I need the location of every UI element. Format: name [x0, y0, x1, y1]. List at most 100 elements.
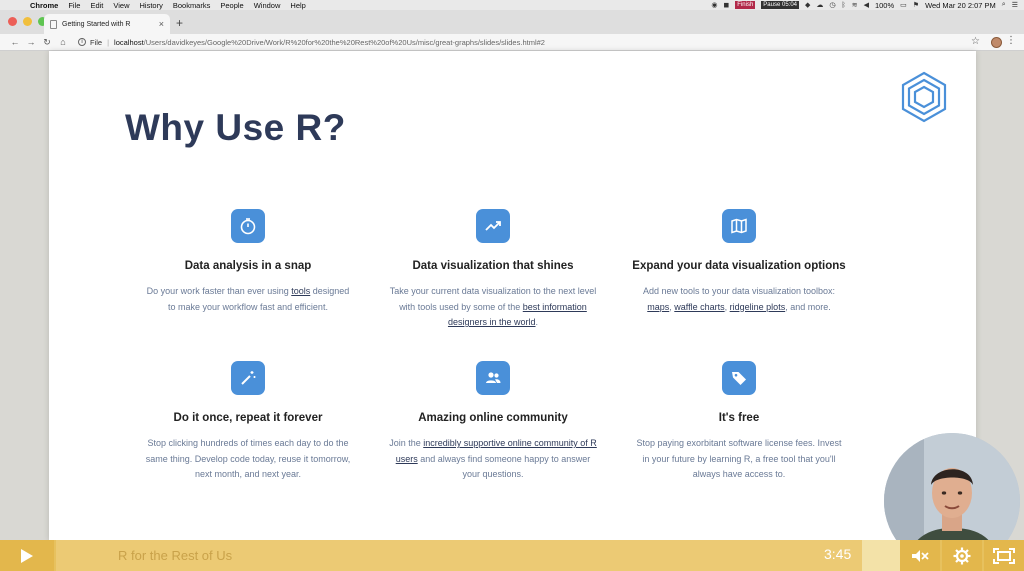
video-duration: 3:45: [824, 546, 852, 562]
browser-tab-strip: Getting Started with R × +: [0, 10, 1024, 34]
users-icon: [486, 372, 501, 383]
feature-text: , and more.: [785, 301, 831, 312]
feature-heading: It's free: [718, 412, 760, 424]
feature-community: Amazing online community Join the incred…: [373, 361, 613, 483]
fullscreen-button[interactable]: [984, 540, 1024, 571]
profile-avatar[interactable]: [991, 37, 1002, 48]
feature-icon-box: [231, 361, 265, 395]
feature-icon-box: [476, 209, 510, 243]
feature-heading: Amazing online community: [418, 412, 568, 424]
feature-data-analysis: Data analysis in a snap Do your work fas…: [128, 209, 368, 315]
feature-text: .: [535, 317, 539, 327]
clock-icon[interactable]: ◷: [829, 1, 835, 9]
video-title: R for the Rest of Us: [118, 548, 233, 563]
settings-button[interactable]: [942, 540, 982, 571]
feature-text: Add new tools to your data visualization…: [642, 286, 836, 296]
stopwatch-icon: [240, 218, 256, 235]
feature-text: Join the: [389, 438, 424, 448]
wifi-icon[interactable]: ≋: [852, 1, 858, 9]
menu-people[interactable]: People: [220, 1, 243, 10]
fullscreen-icon: [993, 547, 1015, 564]
slide-title: Why Use R?: [125, 107, 346, 148]
feature-heading: Data analysis in a snap: [184, 260, 312, 272]
menu-window[interactable]: Window: [254, 1, 281, 10]
menu-view[interactable]: View: [113, 1, 129, 10]
info-icon[interactable]: i: [78, 38, 86, 46]
magic-wand-icon: [241, 371, 256, 385]
url-host: localhost: [114, 37, 144, 47]
feature-repeat: Do it once, repeat it forever Stop click…: [128, 361, 368, 483]
menu-edit[interactable]: Edit: [90, 1, 103, 10]
url-separator: |: [107, 37, 110, 47]
document-icon: [50, 19, 57, 29]
feature-free: It's free Stop paying exorbitant softwar…: [619, 361, 859, 483]
hexagon-logo: [901, 71, 947, 123]
browser-menu-icon[interactable]: ⋮: [1006, 35, 1016, 46]
feature-description: Do your work faster than ever using tool…: [128, 284, 368, 315]
menu-help[interactable]: Help: [290, 1, 305, 10]
maps-link[interactable]: maps: [647, 302, 669, 312]
dropbox-icon[interactable]: ◆: [805, 1, 810, 9]
new-tab-icon[interactable]: +: [176, 16, 183, 30]
feature-description: Take your current data visualization to …: [373, 284, 613, 331]
feature-description: Stop paying exorbitant software license …: [636, 438, 842, 479]
waffle-charts-link[interactable]: waffle charts: [674, 302, 724, 312]
feature-icon-box: [722, 361, 756, 395]
url-path: /Users/davidkeyes/Google%20Drive/Work/R%…: [143, 37, 545, 47]
slide: Why Use R? Data analysis in a snap Do yo…: [49, 51, 976, 541]
feature-icon-box: [231, 209, 265, 243]
back-icon[interactable]: ←: [8, 37, 22, 47]
notification-center-icon[interactable]: ☰: [1012, 1, 1018, 9]
browser-tab[interactable]: Getting Started with R ×: [44, 14, 170, 34]
map-icon: [731, 218, 747, 234]
reload-icon[interactable]: ↻: [40, 37, 54, 48]
menubar-datetime[interactable]: Wed Mar 20 2:07 PM: [925, 1, 996, 10]
feature-icon-box: [722, 209, 756, 243]
feature-description: Join the incredibly supportive online co…: [373, 436, 613, 483]
finish-badge[interactable]: Finish: [735, 1, 756, 9]
menu-history[interactable]: History: [140, 1, 163, 10]
menu-app-name[interactable]: Chrome: [30, 1, 58, 10]
feature-heading: Do it once, repeat it forever: [173, 412, 323, 424]
status-icon[interactable]: ◼: [723, 1, 729, 9]
battery-icon[interactable]: ▭: [900, 1, 907, 9]
video-buffer-segment: [862, 540, 900, 571]
feature-text: and always find someone happy to answer …: [417, 453, 591, 480]
cloud-icon[interactable]: ☁: [816, 1, 823, 9]
forward-icon[interactable]: →: [24, 37, 38, 47]
mute-button[interactable]: [900, 540, 940, 571]
volume-muted-icon: [912, 549, 929, 562]
play-button[interactable]: [0, 540, 54, 571]
minimize-window-button[interactable]: [23, 17, 32, 26]
feature-heading: Expand your data visualization options: [632, 260, 846, 272]
address-bar[interactable]: i File | localhost /Users/davidkeyes/Goo…: [78, 38, 545, 47]
volume-icon[interactable]: ◀: [864, 1, 869, 9]
feature-data-visualization: Data visualization that shines Take your…: [373, 209, 613, 331]
close-tab-icon[interactable]: ×: [159, 19, 164, 29]
menubar-status-area: ◉ ◼ Finish Pause 05:04 ◆ ☁ ◷ ᛒ ≋ ◀ 100% …: [711, 0, 1018, 10]
gear-icon: [953, 547, 971, 564]
feature-description: Stop clicking hundreds of times each day…: [145, 438, 351, 479]
pause-badge[interactable]: Pause 05:04: [761, 1, 799, 9]
trending-up-icon: [485, 221, 501, 231]
ridgeline-plots-link[interactable]: ridgeline plots: [730, 302, 786, 312]
close-window-button[interactable]: [8, 17, 17, 26]
video-control-bar: R for the Rest of Us 3:45: [0, 540, 1024, 571]
feature-expand-options: Expand your data visualization options A…: [619, 209, 859, 315]
bluetooth-icon[interactable]: ᛒ: [842, 2, 846, 9]
menu-file[interactable]: File: [68, 1, 80, 10]
url-scheme: File: [90, 37, 103, 47]
tools-link[interactable]: tools: [291, 286, 310, 296]
macos-menubar: Chrome File Edit View History Bookmarks …: [0, 0, 1024, 10]
feature-heading: Data visualization that shines: [412, 260, 574, 272]
home-icon[interactable]: ⌂: [56, 37, 70, 47]
status-icon[interactable]: ◉: [711, 1, 717, 9]
battery-percentage: 100%: [874, 0, 895, 10]
flag-icon[interactable]: ⚑: [913, 1, 919, 9]
feature-icon-box: [476, 361, 510, 395]
feature-text: Do your work faster than ever using: [146, 286, 292, 296]
menu-bookmarks[interactable]: Bookmarks: [173, 1, 211, 10]
feature-description: Add new tools to your data visualization…: [642, 286, 836, 312]
bookmark-star-icon[interactable]: ☆: [971, 36, 980, 47]
spotlight-search-icon[interactable]: ⌕: [1002, 1, 1006, 9]
